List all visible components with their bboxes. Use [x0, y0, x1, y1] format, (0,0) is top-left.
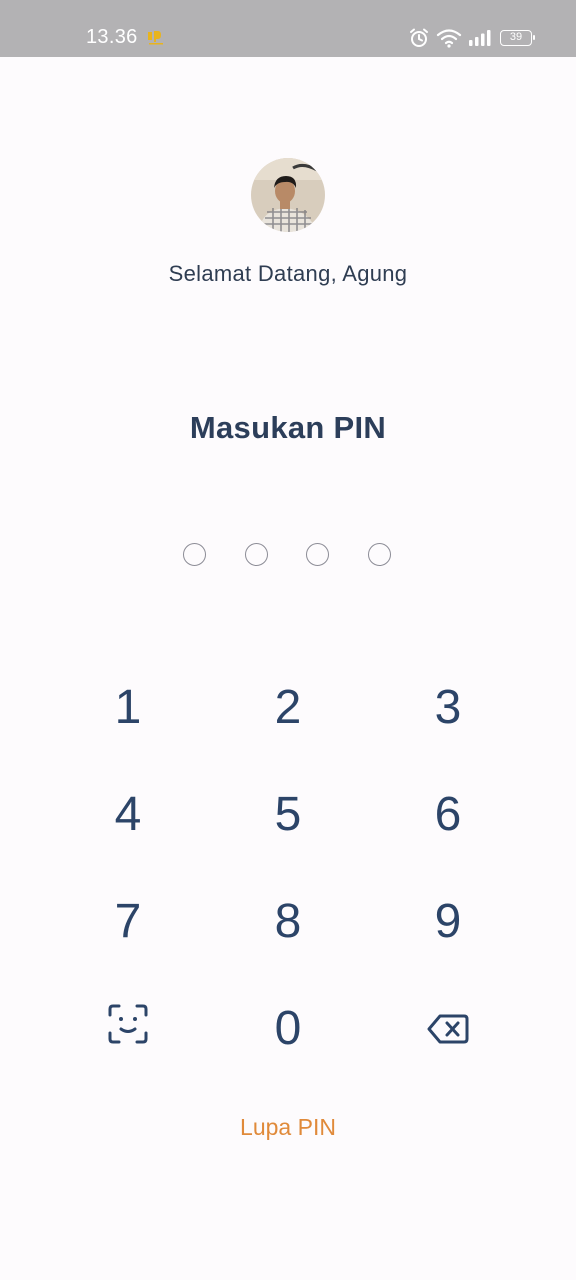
- status-icons: 39: [408, 27, 535, 49]
- status-bar: 13.36 39: [0, 0, 576, 57]
- key-7[interactable]: 7: [68, 881, 188, 961]
- key-9[interactable]: 9: [388, 881, 508, 961]
- face-id-button[interactable]: [68, 988, 188, 1068]
- key-8[interactable]: 8: [228, 881, 348, 961]
- pin-dot-4: [368, 543, 391, 566]
- forgot-pin-link[interactable]: Lupa PIN: [0, 1114, 576, 1141]
- battery-icon: 39: [500, 30, 535, 46]
- key-3[interactable]: 3: [388, 667, 508, 747]
- signal-icon: [468, 29, 494, 47]
- pin-title: Masukan PIN: [189, 410, 387, 445]
- avatar: [251, 158, 325, 232]
- key-2[interactable]: 2: [228, 667, 348, 747]
- greeting-text: Selamat Datang, Agung: [168, 261, 408, 286]
- alarm-icon: [408, 27, 430, 49]
- key-5[interactable]: 5: [228, 774, 348, 854]
- app-notification-icon: [146, 28, 166, 46]
- key-6[interactable]: 6: [388, 774, 508, 854]
- pin-indicator: [183, 543, 393, 567]
- pin-dot-2: [245, 543, 268, 566]
- face-scan-icon: [108, 1001, 148, 1056]
- backspace-button[interactable]: [388, 988, 508, 1068]
- key-0[interactable]: 0: [228, 988, 348, 1068]
- wifi-icon: [436, 28, 462, 48]
- pin-dot-3: [306, 543, 329, 566]
- pin-dot-1: [183, 543, 206, 566]
- key-1[interactable]: 1: [68, 667, 188, 747]
- key-4[interactable]: 4: [68, 774, 188, 854]
- status-time: 13.36: [86, 26, 138, 48]
- backspace-icon: [427, 1001, 469, 1056]
